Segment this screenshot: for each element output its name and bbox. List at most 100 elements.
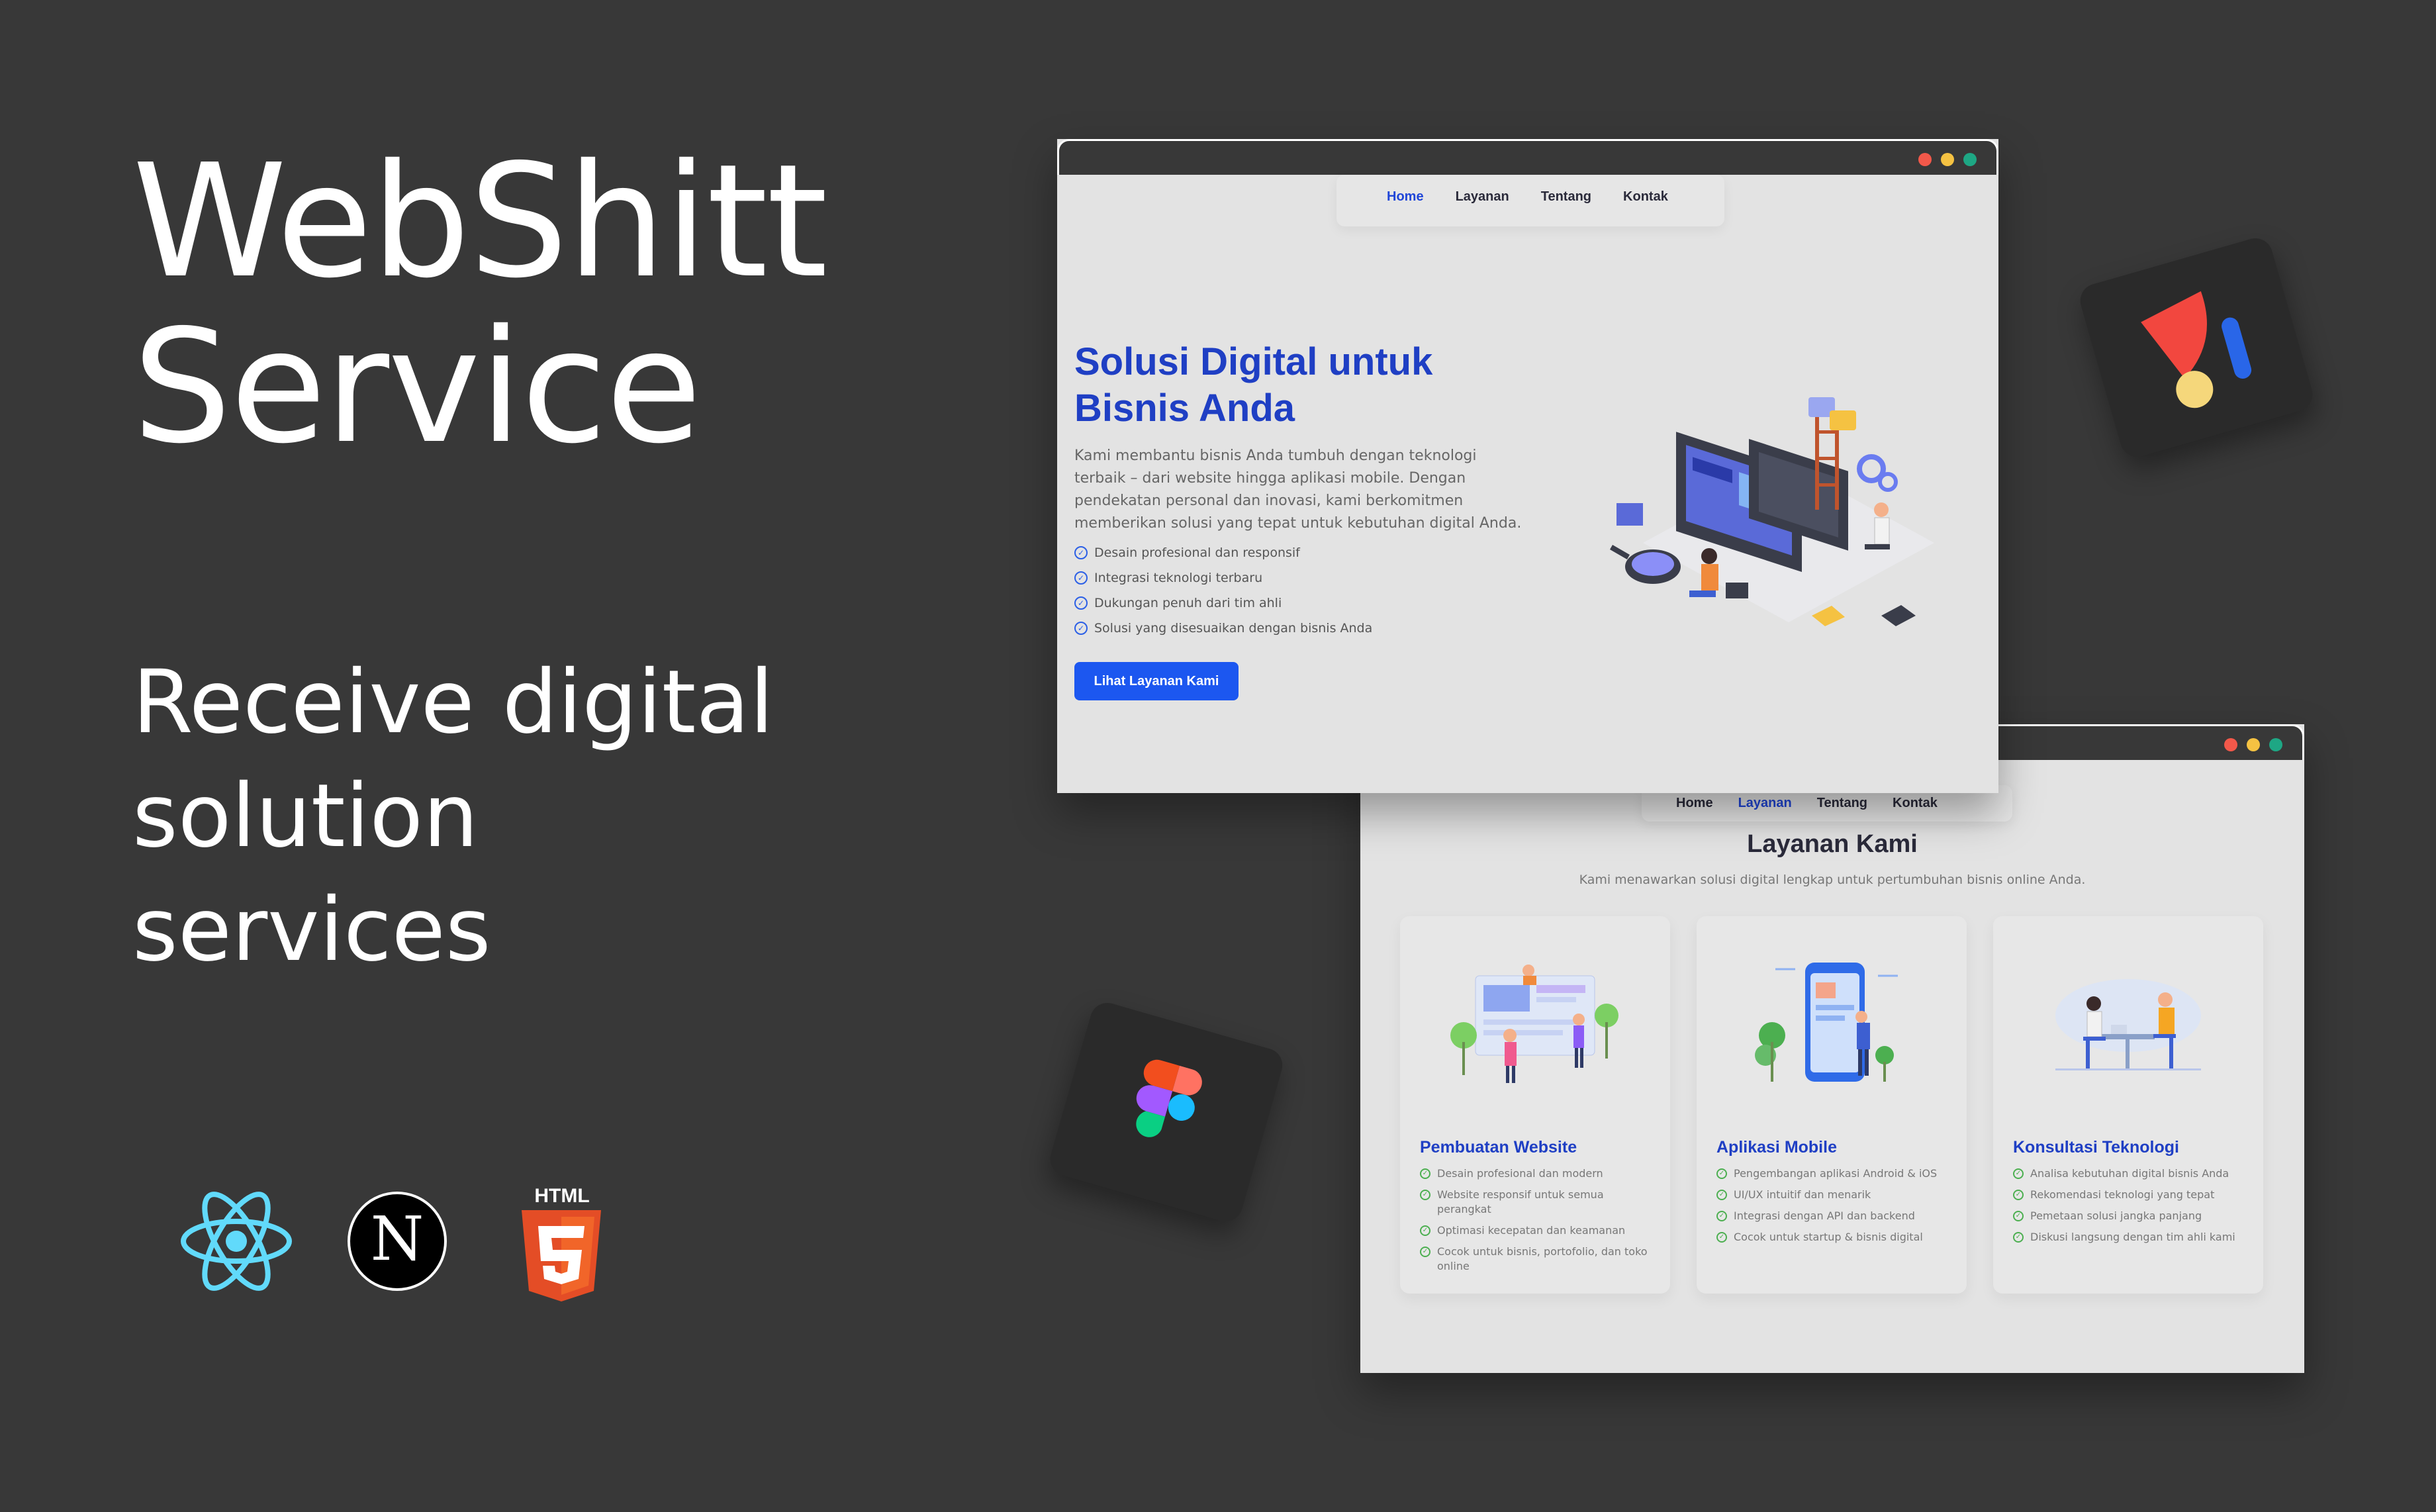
html5-icon: HTML	[518, 1185, 604, 1301]
check-icon: ✓	[1716, 1232, 1727, 1243]
list-item-text: Pengembangan aplikasi Android & iOS	[1734, 1167, 1938, 1180]
check-icon: ✓	[2013, 1190, 2024, 1200]
card-feature-list: ✓ Pengembangan aplikasi Android & iOS ✓ UI…	[1716, 1166, 1955, 1251]
landing-headline: Solusi Digital untuk Bisnis Anda	[1074, 340, 1433, 430]
hero-subtitle: Receive digital solution services	[132, 645, 861, 987]
hero-subtitle-line2: solution	[132, 765, 479, 867]
services-subtitle: Kami menawarkan solusi digital lengkap u…	[1579, 873, 2086, 887]
check-icon: ✓	[1716, 1190, 1727, 1200]
hero-subtitle-line1: Receive digital	[132, 651, 774, 753]
list-item-text: Pemetaan solusi jangka panjang	[2030, 1209, 2202, 1222]
list-item: ✓ Desain profesional dan modern	[1420, 1166, 1658, 1181]
landing-window: Home Layanan Tentang Kontak Solusi Digit…	[1057, 139, 1998, 793]
list-item-text: Cocok untuk bisnis, portofolio, dan toko…	[1437, 1245, 1648, 1272]
check-icon: ✓	[2013, 1211, 2024, 1221]
hero-title-line1: WebShitt	[132, 130, 828, 312]
feature-text: Integrasi teknologi terbaru	[1094, 571, 1263, 585]
card-title: Aplikasi Mobile	[1716, 1138, 1837, 1157]
check-icon: ✓	[1420, 1247, 1430, 1257]
check-icon: ✓	[1716, 1211, 1727, 1221]
feature-text: Desain profesional dan responsif	[1094, 545, 1300, 560]
nav-tentang[interactable]: Tentang	[1541, 189, 1591, 212]
react-icon	[181, 1192, 292, 1291]
feature-item: ✓ Integrasi teknologi terbaru	[1074, 571, 1262, 585]
check-icon: ✓	[2013, 1168, 2024, 1179]
list-item-text: Diskusi langsung dengan tim ahli kami	[2030, 1231, 2235, 1243]
list-item-text: Analisa kebutuhan digital bisnis Anda	[2030, 1167, 2229, 1180]
feature-item: ✓ Solusi yang disesuaikan dengan bisnis A…	[1074, 621, 1372, 636]
landing-nav: Home Layanan Tentang Kontak	[1336, 175, 1724, 226]
service-card-consultation[interactable]: Konsultasi Teknologi ✓ Analisa kebutuhan …	[1993, 916, 2263, 1294]
mobile-app-illustration	[1755, 963, 1898, 1082]
cta-button[interactable]: Lihat Layanan Kami	[1074, 662, 1239, 700]
card-title: Konsultasi Teknologi	[2013, 1138, 2179, 1157]
hero-title-line2: Service	[132, 296, 702, 478]
nav-layanan[interactable]: Layanan	[1738, 796, 1792, 811]
nav-home[interactable]: Home	[1387, 189, 1424, 212]
list-item: ✓ Website responsif untuk semua perangkat	[1420, 1188, 1658, 1217]
nav-kontak[interactable]: Kontak	[1623, 189, 1668, 212]
list-item: ✓ Cocok untuk startup & bisnis digital	[1716, 1230, 1955, 1245]
figma-icon	[1136, 1059, 1202, 1137]
list-item: ✓ Rekomendasi teknologi yang tepat	[2013, 1188, 2251, 1202]
list-item: ✓ Analisa kebutuhan digital bisnis Anda	[2013, 1166, 2251, 1181]
card-feature-list: ✓ Desain profesional dan modern ✓ Website …	[1420, 1166, 1658, 1280]
list-item-text: Optimasi kecepatan dan keamanan	[1437, 1224, 1626, 1237]
list-item: ✓ Integrasi dengan API dan backend	[1716, 1209, 1955, 1223]
feature-text: Solusi yang disesuaikan dengan bisnis An…	[1094, 621, 1373, 636]
list-item: ✓ Diskusi langsung dengan tim ahli kami	[2013, 1230, 2251, 1245]
check-icon: ✓	[1716, 1168, 1727, 1179]
check-icon: ✓	[2013, 1232, 2024, 1243]
list-item: ✓ Pemetaan solusi jangka panjang	[2013, 1209, 2251, 1223]
nextjs-icon: N	[348, 1192, 447, 1291]
hero-title: WebShitt Service	[132, 130, 828, 478]
check-icon: ✓	[1420, 1190, 1430, 1200]
services-window: Home Layanan Tentang Kontak Layanan Kami…	[1360, 724, 2304, 1373]
list-item-text: UI/UX intuitif dan menarik	[1734, 1188, 1871, 1201]
list-item-text: Integrasi dengan API dan backend	[1734, 1209, 1915, 1222]
nav-tentang[interactable]: Tentang	[1817, 796, 1867, 811]
abstract-app-icon	[2141, 291, 2252, 408]
feature-item: ✓ Desain profesional dan responsif	[1074, 545, 1300, 560]
list-item-text: Rekomendasi teknologi yang tepat	[2030, 1188, 2215, 1201]
check-circle-icon: ✓	[1074, 571, 1088, 585]
card-title: Pembuatan Website	[1420, 1138, 1577, 1157]
list-item-text: Cocok untuk startup & bisnis digital	[1734, 1231, 1923, 1243]
nav-layanan[interactable]: Layanan	[1456, 189, 1509, 212]
check-icon: ✓	[1420, 1225, 1430, 1236]
hero-subtitle-line3: services	[132, 879, 491, 981]
minimize-dot[interactable]	[1941, 153, 1954, 166]
feature-text: Dukungan penuh dari tim ahli	[1094, 596, 1282, 610]
list-item-text: Website responsif untuk semua perangkat	[1437, 1188, 1604, 1215]
list-item: ✓ Cocok untuk bisnis, portofolio, dan tok…	[1420, 1245, 1658, 1274]
consultation-illustration	[2055, 979, 2201, 1070]
html5-label: HTML	[534, 1185, 590, 1207]
list-item: ✓ Pengembangan aplikasi Android & iOS	[1716, 1166, 1955, 1181]
list-item: ✓ UI/UX intuitif dan menarik	[1716, 1188, 1955, 1202]
card-feature-list: ✓ Analisa kebutuhan digital bisnis Anda ✓…	[2013, 1166, 2251, 1251]
abstract-app-card	[2076, 234, 2317, 461]
maximize-dot[interactable]	[1963, 153, 1977, 166]
close-dot[interactable]	[2224, 738, 2237, 751]
list-item: ✓ Optimasi kecepatan dan keamanan	[1420, 1223, 1658, 1238]
website-building-illustration	[1450, 965, 1618, 1083]
nav-home[interactable]: Home	[1676, 796, 1713, 811]
landing-window-titlebar	[1057, 139, 1998, 175]
check-circle-icon: ✓	[1074, 622, 1088, 635]
service-card-website[interactable]: Pembuatan Website ✓ Desain profesional da…	[1400, 916, 1670, 1294]
close-dot[interactable]	[1918, 153, 1932, 166]
check-circle-icon: ✓	[1074, 596, 1088, 610]
maximize-dot[interactable]	[2269, 738, 2282, 751]
check-icon: ✓	[1420, 1168, 1430, 1179]
minimize-dot[interactable]	[2247, 738, 2260, 751]
figma-card	[1046, 998, 1287, 1226]
feature-item: ✓ Dukungan penuh dari tim ahli	[1074, 596, 1282, 610]
services-title: Layanan Kami	[1747, 830, 1918, 858]
service-card-mobile[interactable]: Aplikasi Mobile ✓ Pengembangan aplikasi A…	[1697, 916, 1967, 1294]
nextjs-letter: N	[370, 1204, 424, 1274]
list-item-text: Desain profesional dan modern	[1437, 1167, 1603, 1180]
landing-description: Kami membantu bisnis Anda tumbuh dengan …	[1074, 448, 1522, 532]
nav-kontak[interactable]: Kontak	[1893, 796, 1938, 811]
check-circle-icon: ✓	[1074, 546, 1088, 559]
developer-workspace-illustration	[1610, 397, 1934, 626]
